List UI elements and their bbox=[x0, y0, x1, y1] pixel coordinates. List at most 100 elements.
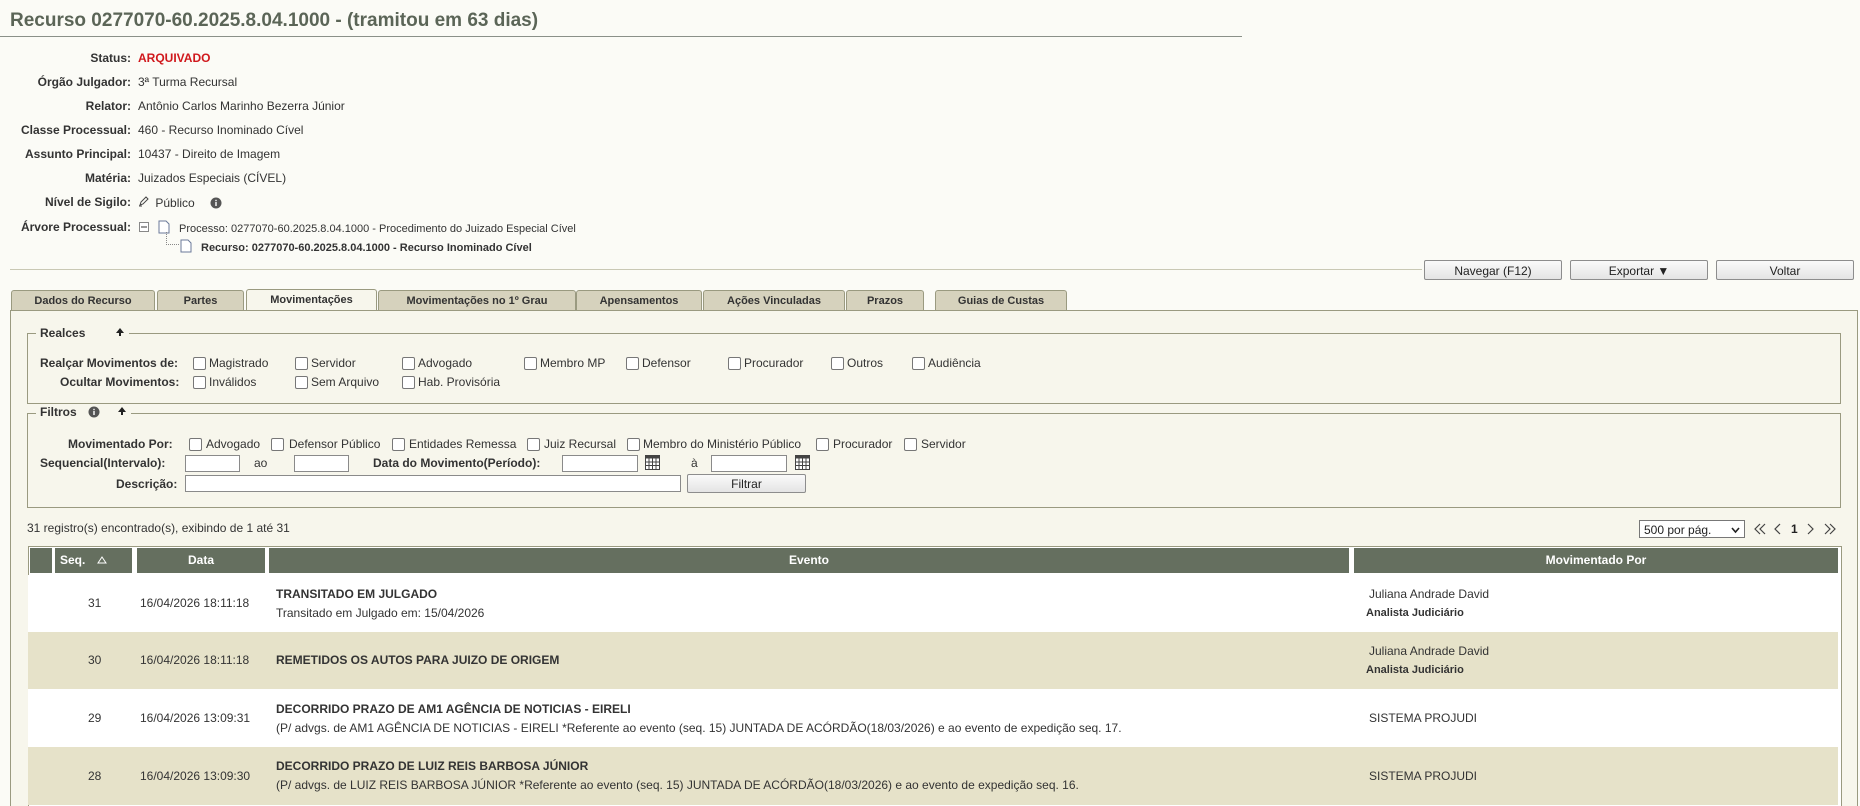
row-data: 16/04/2026 18:11:18 bbox=[140, 596, 250, 610]
checkbox-audiencia[interactable] bbox=[912, 357, 925, 370]
row-movimentado-por: SISTEMA PROJUDI bbox=[1369, 769, 1478, 783]
current-page[interactable]: 1 bbox=[1791, 522, 1798, 536]
checkbox-filtro-juiz-recursal[interactable] bbox=[527, 438, 540, 451]
info-icon[interactable] bbox=[88, 406, 100, 421]
checkbox-label: Membro MP bbox=[540, 356, 606, 370]
next-page-icon[interactable] bbox=[1805, 522, 1815, 539]
checkbox-label: Juiz Recursal bbox=[544, 437, 617, 451]
checkbox-filtro-membro-mp[interactable] bbox=[627, 438, 640, 451]
tab-guias-custas[interactable]: Guias de Custas bbox=[935, 290, 1067, 310]
status-label: Status: bbox=[90, 51, 131, 65]
table-row[interactable]: 31 16/04/2026 18:11:18 TRANSITADO EM JUL… bbox=[28, 575, 1838, 632]
row-cargo: Analista Judiciário bbox=[1366, 664, 1464, 676]
checkbox-advogado[interactable] bbox=[402, 357, 415, 370]
row-movimentado-por: SISTEMA PROJUDI bbox=[1369, 711, 1478, 725]
row-detalhe: (P/ advgs. de AM1 AGÊNCIA DE NOTICIAS - … bbox=[276, 721, 1122, 735]
sort-asc-icon[interactable] bbox=[96, 548, 107, 573]
table-row[interactable]: 30 16/04/2026 18:11:18 REMETIDOS OS AUTO… bbox=[28, 632, 1838, 689]
row-detalhe: (P/ advgs. de LUIZ REIS BARBOSA JÚNIOR *… bbox=[276, 778, 1079, 792]
col-movimentado-por[interactable]: Movimentado Por bbox=[1354, 548, 1838, 573]
row-evento[interactable]: TRANSITADO EM JULGADO bbox=[276, 587, 437, 601]
checkbox-magistrado[interactable] bbox=[193, 357, 206, 370]
col-data[interactable]: Data bbox=[137, 548, 265, 573]
checkbox-filtro-procurador[interactable] bbox=[816, 438, 829, 451]
tab-dados-recurso[interactable]: Dados do Recurso bbox=[11, 290, 155, 310]
checkbox-label: Inválidos bbox=[209, 375, 257, 389]
row-evento[interactable]: REMETIDOS OS AUTOS PARA JUIZO DE ORIGEM bbox=[276, 653, 559, 667]
navegar-button[interactable]: Navegar (F12) bbox=[1424, 260, 1562, 280]
tree-processo[interactable]: Processo: 0277070-60.2025.8.04.1000 - Pr… bbox=[179, 223, 576, 235]
data-fim-input[interactable] bbox=[711, 455, 787, 472]
seq-inicio-input[interactable] bbox=[185, 455, 240, 472]
ocultar-label: Ocultar Movimentos: bbox=[60, 375, 180, 389]
relator-label: Relator: bbox=[85, 99, 131, 113]
row-seq: 28 bbox=[88, 769, 102, 783]
table-row[interactable]: 29 16/04/2026 13:09:31 DECORRIDO PRAZO D… bbox=[28, 689, 1838, 747]
checkbox-invalidos[interactable] bbox=[193, 376, 206, 389]
checkbox-hab-provisoria[interactable] bbox=[402, 376, 415, 389]
checkbox-servidor[interactable] bbox=[295, 357, 308, 370]
page-title: Recurso 0277070-60.2025.8.04.1000 - (tra… bbox=[10, 10, 539, 31]
prev-page-icon[interactable] bbox=[1773, 522, 1783, 539]
file-icon bbox=[180, 239, 192, 256]
arrow-up-icon[interactable] bbox=[115, 326, 125, 340]
row-data: 16/04/2026 18:11:18 bbox=[140, 653, 250, 667]
filtrar-button[interactable]: Filtrar bbox=[687, 474, 806, 493]
assunto-label: Assunto Principal: bbox=[24, 147, 131, 161]
checkbox-defensor[interactable] bbox=[626, 357, 639, 370]
exportar-button[interactable]: Exportar ▼ bbox=[1570, 260, 1708, 280]
voltar-button[interactable]: Voltar bbox=[1716, 260, 1854, 280]
row-data: 16/04/2026 13:09:31 bbox=[140, 711, 251, 725]
row-seq: 29 bbox=[88, 711, 102, 725]
calendar-icon[interactable] bbox=[645, 455, 660, 470]
checkbox-membro-mp[interactable] bbox=[524, 357, 537, 370]
section-divider bbox=[10, 269, 1422, 270]
realcar-label: Realçar Movimentos de: bbox=[40, 356, 179, 370]
materia-value: Juizados Especiais (CÍVEL) bbox=[138, 171, 287, 185]
last-page-icon[interactable] bbox=[1823, 522, 1837, 539]
data-movimento-label: Data do Movimento(Período): bbox=[373, 456, 541, 470]
per-page-select[interactable]: 500 por pág. bbox=[1639, 520, 1745, 538]
row-evento[interactable]: DECORRIDO PRAZO DE LUIZ REIS BARBOSA JÚN… bbox=[276, 759, 588, 773]
ao-label: ao bbox=[254, 456, 268, 470]
sigilo-label: Nível de Sigilo: bbox=[44, 195, 131, 209]
checkbox-sem-arquivo[interactable] bbox=[295, 376, 308, 389]
classe-label: Classe Processual: bbox=[20, 123, 131, 137]
calendar-icon[interactable] bbox=[795, 455, 810, 470]
tree-collapse-icon[interactable] bbox=[139, 221, 149, 235]
tab-movimentacoes[interactable]: Movimentações bbox=[246, 289, 377, 311]
checkbox-label: Servidor bbox=[921, 437, 966, 451]
checkbox-filtro-advogado[interactable] bbox=[189, 438, 202, 451]
tree-recurso[interactable]: Recurso: 0277070-60.2025.8.04.1000 - Rec… bbox=[201, 242, 532, 254]
table-row[interactable]: 28 16/04/2026 13:09:30 DECORRIDO PRAZO D… bbox=[28, 747, 1838, 805]
seq-fim-input[interactable] bbox=[294, 455, 349, 472]
checkbox-filtro-servidor[interactable] bbox=[904, 438, 917, 451]
checkbox-procurador[interactable] bbox=[728, 357, 741, 370]
checkbox-label: Procurador bbox=[744, 356, 804, 370]
descricao-label: Descrição: bbox=[116, 477, 178, 491]
row-cargo: Analista Judiciário bbox=[1366, 607, 1464, 619]
tab-apensamentos[interactable]: Apensamentos bbox=[576, 290, 702, 310]
col-evento[interactable]: Evento bbox=[269, 548, 1349, 573]
row-seq: 31 bbox=[88, 596, 102, 610]
row-detalhe: Transitado em Julgado em: 15/04/2026 bbox=[276, 606, 485, 620]
col-seq[interactable]: Seq. bbox=[55, 548, 132, 573]
tab-movimentacoes-1-grau[interactable]: Movimentações no 1º Grau bbox=[378, 290, 576, 310]
filtros-legend: Filtros bbox=[36, 405, 131, 421]
checkbox-filtro-defensor-publico[interactable] bbox=[271, 438, 284, 451]
tab-acoes-vinculadas[interactable]: Ações Vinculadas bbox=[703, 290, 845, 310]
row-movimentado-por: Juliana Andrade David bbox=[1369, 587, 1490, 601]
descricao-input[interactable] bbox=[185, 475, 681, 492]
data-inicio-input[interactable] bbox=[562, 455, 638, 472]
pencil-icon[interactable] bbox=[138, 195, 152, 210]
checkbox-filtro-entidades-remessa[interactable] bbox=[392, 438, 405, 451]
chevron-down-icon bbox=[1731, 521, 1740, 544]
tab-partes[interactable]: Partes bbox=[157, 290, 244, 310]
row-evento[interactable]: DECORRIDO PRAZO DE AM1 AGÊNCIA DE NOTICI… bbox=[276, 702, 631, 716]
arrow-up-icon[interactable] bbox=[117, 405, 127, 419]
status-value: ARQUIVADO bbox=[138, 51, 211, 65]
tab-prazos[interactable]: Prazos bbox=[846, 290, 924, 310]
first-page-icon[interactable] bbox=[1753, 522, 1767, 539]
checkbox-outros[interactable] bbox=[831, 357, 844, 370]
info-icon[interactable] bbox=[210, 197, 222, 212]
